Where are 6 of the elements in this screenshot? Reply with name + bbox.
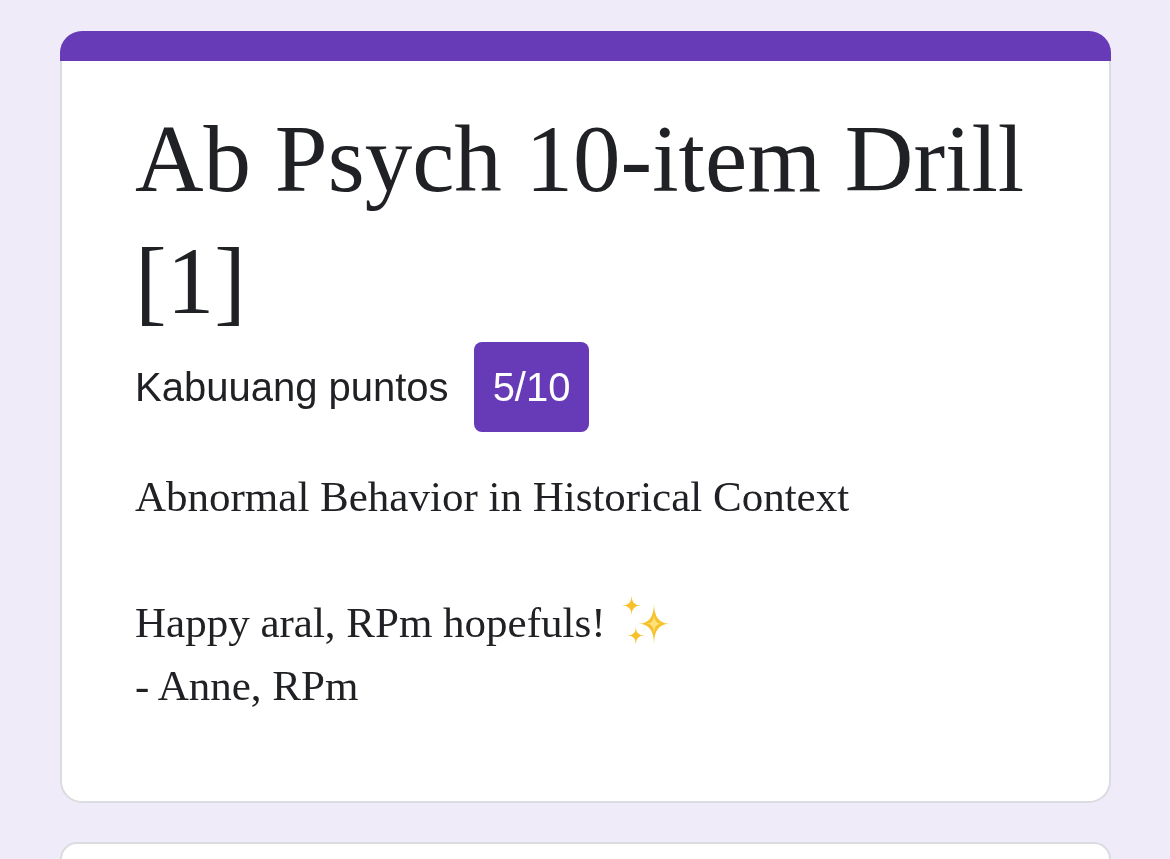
score-label: Kabuuang puntos [135, 364, 449, 410]
description-text: Abnormal Behavior in Historical Context [135, 472, 850, 522]
description-text: - Anne, RPm [135, 661, 359, 711]
description-text: Happy aral, RPm hopefuls! [135, 598, 606, 648]
score-badge: 5/10 [473, 342, 590, 432]
form-title: Ab Psych 10-item Drill [1] [135, 105, 1026, 336]
